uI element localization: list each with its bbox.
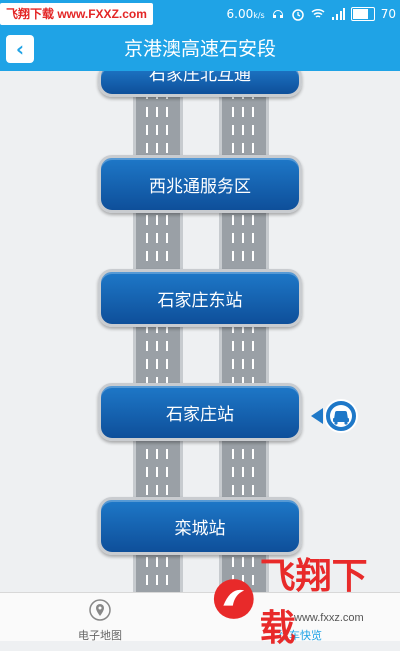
headset-icon [272,9,283,18]
watermark-logo-text: 飞翔下载 [259,556,368,649]
map-pin-icon [89,599,111,621]
watermark-logo: 飞翔下载 www.fxxz.com [212,556,396,649]
wifi-icon [311,8,325,18]
station-button[interactable]: 石家庄北互通 [98,71,302,97]
back-arrow-icon: ‹ [15,37,25,61]
tab-electronic-map[interactable]: 电子地图 [0,593,200,642]
station-label: 石家庄站 [166,404,234,425]
station-label: 西兆通服务区 [149,176,251,197]
station-button[interactable]: 西兆通服务区 [98,155,302,213]
network-speed: 6.00k/s [227,7,265,21]
highway-map[interactable]: 石家庄北互通 西兆通服务区 石家庄东站 石家庄站 栾城站 [0,71,400,592]
status-icons: 6.00k/s 70 [227,0,396,27]
battery-level: 70 [380,6,396,21]
station-label: 石家庄北互通 [149,71,251,85]
network-speed-value: 6.00 [226,6,254,21]
page-title: 京港澳高速石安段 [123,38,276,60]
tab-label: 电子地图 [78,629,122,642]
alarm-icon [291,8,304,21]
car-location-icon [311,399,358,433]
station-button[interactable]: 石家庄站 [98,383,302,441]
watermark-logo-icon [213,579,254,619]
battery-icon [350,6,375,21]
title-bar: 京港澳高速石安段 ‹ [0,27,400,71]
network-speed-unit: k/s [253,10,265,20]
signal-icon [331,7,345,20]
station-label: 栾城站 [174,518,226,539]
station-label: 石家庄东站 [157,290,243,311]
back-button[interactable]: ‹ [6,35,34,63]
watermark-badge: 飞翔下载 www.FXXZ.com [0,3,153,25]
status-bar: 飞翔下载 www.FXXZ.com 6.00k/s 70 [0,0,400,27]
watermark-logo-url: www.fxxz.com [294,612,364,624]
station-button[interactable]: 石家庄东站 [98,269,302,327]
